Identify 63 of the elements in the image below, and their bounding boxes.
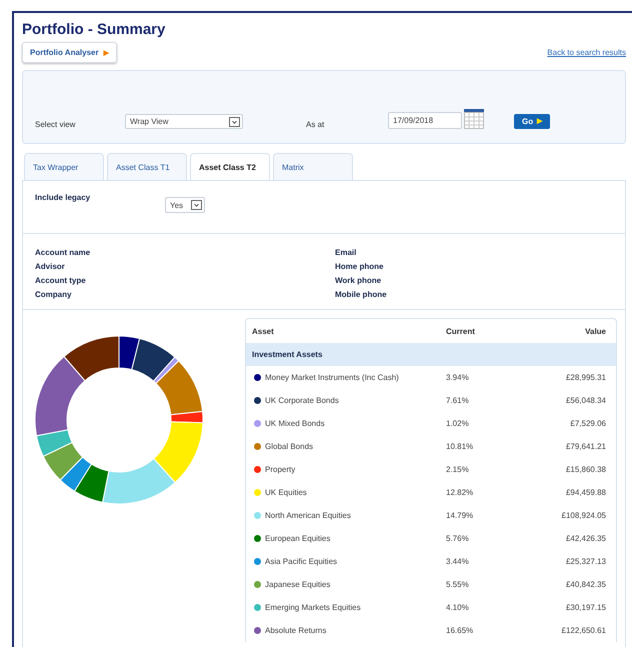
column-header: Value	[584, 326, 606, 336]
value-cell-text: £40,842.35	[564, 580, 606, 589]
select-view-label: Select view	[35, 120, 76, 129]
value-cell-text: £28,995.31	[564, 373, 606, 382]
asset-cell: European Equities	[265, 534, 330, 543]
asset-cell: UK Equities	[265, 488, 307, 497]
current-cell-text: 1.02%	[446, 419, 470, 428]
value-cell-text: £122,650.61	[560, 626, 606, 635]
asset-cell: Emerging Markets Equities	[265, 603, 361, 612]
current-cell-text: 7.61%	[446, 396, 470, 405]
value-cell-text: £94,459.88	[564, 488, 606, 497]
account-field-label: Advisor	[35, 262, 66, 271]
date-field[interactable]: 17/09/2018	[388, 112, 462, 129]
page-title: Portfolio - Summary	[22, 21, 166, 38]
caret-icon[interactable]	[191, 200, 202, 210]
asset-cell: UK Corporate Bonds	[265, 396, 339, 405]
current-cell-text: 14.79%	[446, 511, 474, 520]
column-header: Asset	[252, 326, 275, 336]
value-cell-text: £30,197.15	[564, 603, 606, 612]
asset-cell: Global Bonds	[265, 442, 314, 451]
view-select[interactable]: Wrap View	[125, 114, 243, 129]
tab[interactable]: Asset Class T2	[190, 153, 270, 181]
tab[interactable]: Matrix	[273, 153, 353, 181]
value-cell-text: £108,924.05	[560, 511, 606, 520]
caret-icon[interactable]	[229, 116, 240, 126]
value-cell-text: £15,860.38	[564, 465, 606, 474]
asset-cell: Absolute Returns	[265, 626, 326, 635]
account-field-label: Email	[335, 248, 358, 257]
value-cell-text: £56,048.34	[564, 396, 606, 405]
asset-cell: Money Market Instruments (Inc Cash)	[265, 373, 399, 382]
tab[interactable]: Tax Wrapper	[24, 153, 104, 181]
asset-cell: Asia Pacific Equities	[265, 557, 338, 566]
account-field-label: Work phone	[335, 276, 382, 285]
value-cell-text: £79,641.21	[564, 442, 606, 451]
value-cell-text: £7,529.06	[569, 419, 606, 428]
asset-cell: Japanese Equities	[265, 580, 330, 589]
tab[interactable]: Asset Class T1	[107, 153, 187, 181]
current-cell-text: 3.94%	[446, 373, 470, 382]
account-field-label: Home phone	[335, 262, 384, 271]
account-field-label: Account name	[35, 248, 92, 257]
asset-cell: Property	[265, 465, 296, 474]
as-at-label: As at	[306, 120, 326, 129]
current-cell-text: 4.10%	[446, 603, 470, 612]
current-cell-text: 5.55%	[446, 580, 470, 589]
account-field-label: Account type	[35, 276, 87, 285]
current-cell-text: 2.15%	[446, 465, 470, 474]
include-legacy-label: Include legacy	[35, 193, 92, 202]
asset-cell: North American Equities	[265, 511, 351, 520]
column-header: Current	[446, 326, 476, 336]
current-cell-text: 16.65%	[446, 626, 474, 635]
back-link[interactable]: Back to search results	[547, 48, 626, 57]
account-field-label: Mobile phone	[335, 290, 388, 299]
asset-cell: UK Mixed Bonds	[265, 419, 325, 428]
current-cell-text: 3.44%	[446, 557, 470, 566]
group-header: Investment Assets	[246, 343, 616, 366]
current-cell-text: 10.81%	[446, 442, 474, 451]
current-cell-text: 5.76%	[446, 534, 470, 543]
account-field-label: Company	[35, 290, 72, 299]
calendar-icon[interactable]	[464, 109, 484, 129]
value-cell-text: £42,426.35	[564, 534, 606, 543]
legacy-select[interactable]: Yes	[165, 197, 205, 213]
current-cell-text: 12.82%	[446, 488, 474, 497]
value-cell-text: £25,327.13	[564, 557, 606, 566]
